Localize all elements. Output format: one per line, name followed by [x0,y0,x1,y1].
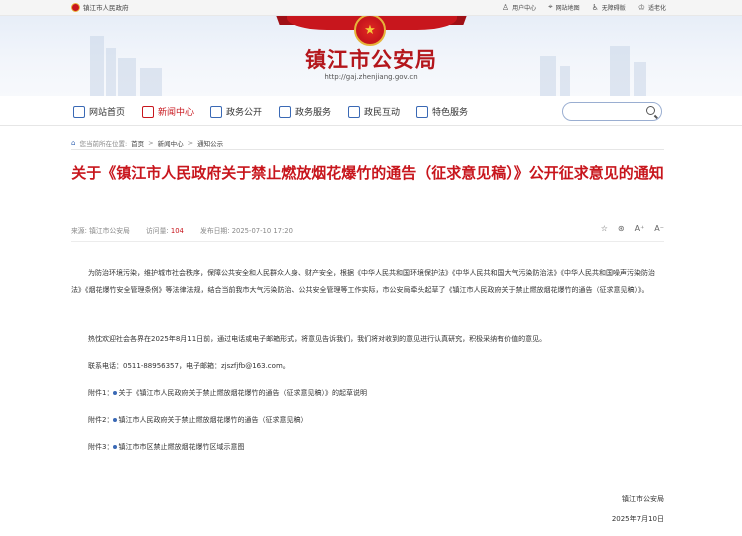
elderly-icon: ♔ [637,2,645,12]
visits-label: 访问量: [146,227,169,235]
chat-icon [348,105,360,118]
visits-count: 104 [170,227,184,235]
layers-icon [210,105,222,118]
attachment-link[interactable]: 镇江市市区禁止燃放烟花爆竹区域示意图 [118,443,244,451]
signature: 镇江市公安局 [622,495,664,503]
search-icon[interactable] [646,106,655,115]
attachment-icon [113,418,118,422]
sign-date: 2025年7月10日 [611,515,664,523]
share-icon[interactable]: ⊛ [618,224,625,233]
elderly-link[interactable]: ♔ 适老化 [638,2,666,12]
divider [71,149,664,150]
breadcrumb-item-news[interactable]: 新闻中心 [158,138,184,148]
attachment-link[interactable]: 关于《镇江市人民政府关于禁止燃放烟花爆竹的通告（征求意见稿）》的起草说明 [118,389,367,397]
nav-label: 政民互动 [364,108,401,118]
location-icon: ⌖ [548,2,553,11]
home-icon [73,105,85,118]
site-name: 镇江市人民政府 [83,4,129,12]
nav-item-home[interactable]: 网站首页 [73,105,125,118]
feature-icon [416,105,428,118]
top-bar: 镇江市人民政府 ♙ 用户中心 ⌖ 网站地图 ♿ 无障碍版 ♔ 适老化 [0,0,742,16]
nav-label: 网站首页 [89,108,126,118]
article-meta: 来源: 镇江市公安局 访问量: 104 发布日期: 2025-07-10 17:… [71,225,664,235]
banner: 镇江市公安局 http://gaj.zhenjiang.gov.cn [0,16,742,96]
date-label: 发布日期: [200,227,230,235]
attachment-item: 附件1： 关于《镇江市人民政府关于禁止燃放烟花爆竹的通告（征求意见稿）》的起草说明 [71,385,664,402]
attachment-icon [113,391,118,395]
site-title: 镇江市公安局 [305,48,437,72]
nav-item-interaction[interactable]: 政民互动 [348,105,400,118]
breadcrumb-item-notice[interactable]: 通知公示 [197,138,223,148]
article-title: 关于《镇江市人民政府关于禁止燃放烟花爆竹的通告（征求意见稿）》公开征求意见的通知 [71,164,664,182]
publish-date: 2025-07-10 17:20 [231,227,293,235]
attachment-label: 附件2： [88,416,114,424]
nav-item-gov-open[interactable]: 政务公开 [210,105,262,118]
breadcrumb-prefix: 您当前所在位置: [79,140,128,148]
site-url: http://gaj.zhenjiang.gov.cn [324,73,418,81]
site-map-link[interactable]: ⌖ 网站地图 [548,2,580,12]
attachment-item: 附件3： 镇江市市区禁止燃放烟花爆竹区域示意图 [71,439,664,456]
police-emblem-icon [354,16,386,46]
breadcrumb: ⌂ 您当前所在位置: 首页 > 新闻中心 > 通知公示 [71,138,223,148]
breadcrumb-separator: > [148,139,154,147]
service-icon [279,105,291,118]
attachment-label: 附件1： [88,389,114,397]
breadcrumb-separator: > [187,139,194,147]
font-decrease-icon[interactable]: A⁻ [654,224,664,233]
news-icon [142,105,154,118]
nav-item-gov-service[interactable]: 政务服务 [279,105,331,118]
attachment-item: 附件2： 镇江市人民政府关于禁止燃放烟花爆竹的通告（征求意见稿） [71,412,664,429]
nav-label: 新闻中心 [158,108,195,118]
nav-label: 政务服务 [295,108,332,118]
user-icon: ♙ [501,2,510,12]
accessibility-link[interactable]: ♿ 无障碍版 [592,2,626,12]
attachment-icon [113,445,118,449]
nav-label: 特色服务 [432,108,469,118]
national-emblem-icon [71,2,80,12]
paragraph: 为防治环境污染，维护城市社会秩序，保障公共安全和人民群众人身、财产安全，根据《中… [71,269,655,294]
paragraph: 热忱欢迎社会各界在2025年8月11日前，通过电话或电子邮箱形式，将意见告诉我们… [88,335,547,343]
source-value: 镇江市公安局 [89,227,130,235]
source-label: 来源: [71,227,87,235]
attachment-link[interactable]: 镇江市人民政府关于禁止燃放烟花爆竹的通告（征求意见稿） [118,416,307,424]
top-links: ♙ 用户中心 ⌖ 网站地图 ♿ 无障碍版 ♔ 适老化 [502,2,666,12]
site-link[interactable]: 镇江市人民政府 [71,2,129,12]
nav-label: 政务公开 [226,108,263,118]
nav-item-news[interactable]: 新闻中心 [142,105,194,118]
attachment-label: 附件3： [88,443,114,451]
home-icon: ⌂ [71,139,76,147]
user-center-link[interactable]: ♙ 用户中心 [502,2,536,12]
font-increase-icon[interactable]: A⁺ [635,224,645,233]
main-nav: 网站首页 新闻中心 政务公开 政务服务 政民互动 特色服务 [0,96,742,126]
contact-info: 联系电话：0511-88956357，电子邮箱：zjszfjfb@163.com… [88,362,290,370]
favorite-icon[interactable]: ☆ [601,224,608,233]
nav-item-feature[interactable]: 特色服务 [416,105,468,118]
article-tools: ☆ ⊛ A⁺ A⁻ [601,224,664,233]
accessibility-icon: ♿ [591,2,599,12]
divider [71,241,664,242]
breadcrumb-item-home[interactable]: 首页 [131,138,144,148]
search-input[interactable] [562,102,662,121]
